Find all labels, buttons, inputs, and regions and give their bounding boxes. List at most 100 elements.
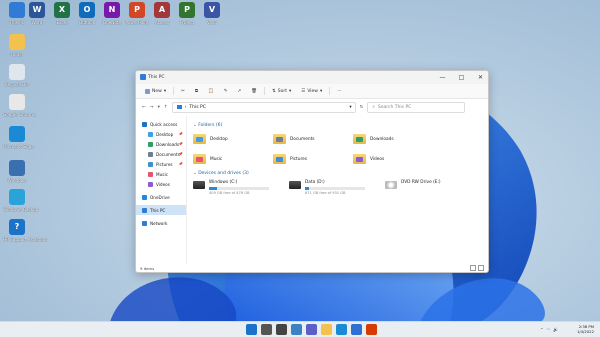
- nav-item-desktop[interactable]: Desktop 📌: [136, 129, 186, 139]
- chevron-up-icon[interactable]: ⌃: [540, 327, 543, 332]
- share-button[interactable]: ↗: [234, 88, 244, 95]
- cut-button[interactable]: ✂: [178, 88, 188, 95]
- nav-item-downloads[interactable]: Downloads 📌: [136, 139, 186, 149]
- nav-item-label: Desktop: [156, 131, 174, 137]
- file-explorer-icon[interactable]: [321, 324, 332, 335]
- more-options-button[interactable]: ···: [334, 88, 344, 95]
- folder-label: Downloads: [370, 136, 394, 142]
- desktop-icon-word[interactable]: W Word: [23, 2, 51, 25]
- drives-header[interactable]: ⌄ Devices and drives (3): [193, 171, 482, 176]
- drive-free-space: 871 GB free of 931 GB: [305, 191, 346, 195]
- details-view-icon[interactable]: [470, 265, 476, 271]
- up-arrow-icon[interactable]: ↑: [164, 105, 168, 110]
- search-icon[interactable]: [261, 324, 272, 335]
- desktop-icon-label: OneNote: [102, 20, 122, 25]
- desktop-icon-outlook[interactable]: O Outlook: [73, 2, 101, 25]
- nav-item-videos[interactable]: Videos: [136, 179, 186, 189]
- folder-icon: [148, 151, 153, 157]
- desktop-icon-recycle-bin[interactable]: Recycle Bin: [3, 64, 31, 87]
- chevron-down-icon: ▾: [289, 88, 292, 94]
- chevron-down-icon[interactable]: ▾: [158, 105, 160, 110]
- chevron-down-icon: ▾: [320, 88, 323, 94]
- task-view-icon[interactable]: [276, 324, 287, 335]
- forward-arrow-icon[interactable]: →: [150, 105, 154, 110]
- folder-videos[interactable]: Videos: [353, 152, 433, 166]
- app-icon-letter: V: [208, 5, 216, 14]
- desktop-icon-folder[interactable]: Folder: [3, 34, 31, 57]
- nav-item-documents[interactable]: Documents 📌: [136, 149, 186, 159]
- desktop-icon-excel[interactable]: X Excel: [48, 2, 76, 25]
- search-input[interactable]: Search This PC: [378, 105, 411, 110]
- item-count: 9 items: [140, 265, 155, 271]
- desktop-icon-access[interactable]: A Access: [148, 2, 176, 25]
- nav-item-this-pc[interactable]: This PC: [136, 205, 186, 215]
- this-pc-icon: [176, 105, 182, 109]
- desktop-icon-microsoft-edge[interactable]: Microsoft Edge: [3, 126, 34, 149]
- folder-pictures[interactable]: Pictures: [273, 152, 353, 166]
- edge-icon[interactable]: [336, 324, 347, 335]
- folder-downloads[interactable]: Downloads: [353, 132, 433, 146]
- folders-header[interactable]: ⌄ Folders (6): [193, 123, 482, 128]
- desktop-icon-onenote[interactable]: N OneNote: [98, 2, 126, 25]
- desktop-icon-project[interactable]: P Project: [173, 2, 201, 25]
- drive-dvd-rw-drive-e-[interactable]: DVD RW Drive (E:): [385, 180, 465, 195]
- taskbar-items: [246, 324, 377, 335]
- app-icon: A: [154, 2, 170, 18]
- app-icon: ?: [9, 219, 25, 235]
- drive-windows-c-[interactable]: Windows (C:) 409 GB free of 476 GB: [193, 180, 273, 195]
- rename-button[interactable]: ✎: [221, 88, 231, 95]
- folder-music[interactable]: Music: [193, 152, 273, 166]
- desktop-icon-visio[interactable]: V Visio: [198, 2, 226, 25]
- folder-icon: [273, 134, 286, 144]
- nav-item-music[interactable]: Music: [136, 169, 186, 179]
- nav-item-pictures[interactable]: Pictures 📌: [136, 159, 186, 169]
- chevron-down-icon[interactable]: ▾: [349, 105, 351, 110]
- search-box[interactable]: ⌕ Search This PC: [367, 101, 466, 113]
- copy-button[interactable]: ⧉: [192, 87, 201, 95]
- office-icon[interactable]: [366, 324, 377, 335]
- sort-button[interactable]: ⇅ Sort ▾: [269, 88, 294, 95]
- tiles-view-icon[interactable]: [478, 265, 484, 271]
- rename-icon: ✎: [223, 88, 228, 94]
- desktop-icon-powerpoint[interactable]: P PowerPoint: [123, 2, 151, 25]
- folder-icon: [193, 154, 206, 164]
- explorer-body: Quick access Desktop 📌 Downloads 📌 Documents 📌…: [136, 116, 488, 264]
- desktop-icon-label: Windows: [7, 178, 27, 183]
- paste-button[interactable]: 📋: [205, 88, 217, 95]
- desktop-icon-hp-support-assistant[interactable]: ? HP Support Assistant: [3, 219, 47, 242]
- widgets-icon[interactable]: [291, 324, 302, 335]
- store-icon[interactable]: [351, 324, 362, 335]
- nav-item-network[interactable]: Network: [136, 218, 186, 228]
- desktop-icon-windows-backup[interactable]: Windows Backup: [3, 189, 38, 212]
- back-arrow-icon[interactable]: ←: [142, 105, 146, 110]
- minimize-button[interactable]: —: [436, 71, 449, 84]
- wifi-icon[interactable]: ◠: [547, 327, 551, 332]
- volume-icon[interactable]: 🔊: [553, 327, 558, 332]
- maximize-button[interactable]: □: [455, 71, 468, 84]
- view-button[interactable]: ☰ View ▾: [298, 88, 325, 95]
- refresh-icon[interactable]: ↻: [360, 105, 364, 110]
- app-icon: [9, 189, 25, 205]
- desktop-icon-label: Google Chrome: [3, 112, 36, 117]
- folder-desktop[interactable]: Desktop: [193, 132, 273, 146]
- chat-icon[interactable]: [306, 324, 317, 335]
- delete-button[interactable]: 🗑: [248, 88, 260, 95]
- folder-documents[interactable]: Documents: [273, 132, 353, 146]
- title-bar[interactable]: This PC — □ ✕: [136, 71, 488, 84]
- nav-item-onedrive[interactable]: OneDrive: [136, 192, 186, 202]
- folder-badge-icon: [356, 137, 363, 142]
- nav-item-quick-access[interactable]: Quick access: [136, 119, 186, 129]
- nav-item-label: Videos: [156, 181, 170, 187]
- desktop-icon-label: Project: [179, 20, 195, 25]
- desktop-icon-google-chrome[interactable]: Google Chrome: [3, 94, 36, 117]
- desktop-icon-windows[interactable]: Windows: [3, 160, 31, 183]
- app-icon-letter: A: [158, 5, 166, 14]
- address-bar[interactable]: › This PC ▾: [171, 101, 356, 113]
- folder-icon: [353, 154, 366, 164]
- clock[interactable]: 2:38 PM 1/4/2022: [577, 324, 594, 334]
- delete-icon: 🗑: [251, 88, 257, 94]
- drive-data-d-[interactable]: Data (D:) 871 GB free of 931 GB: [289, 180, 369, 195]
- start-icon[interactable]: [246, 324, 257, 335]
- new-button[interactable]: New ▾: [142, 88, 169, 95]
- close-button[interactable]: ✕: [474, 71, 487, 84]
